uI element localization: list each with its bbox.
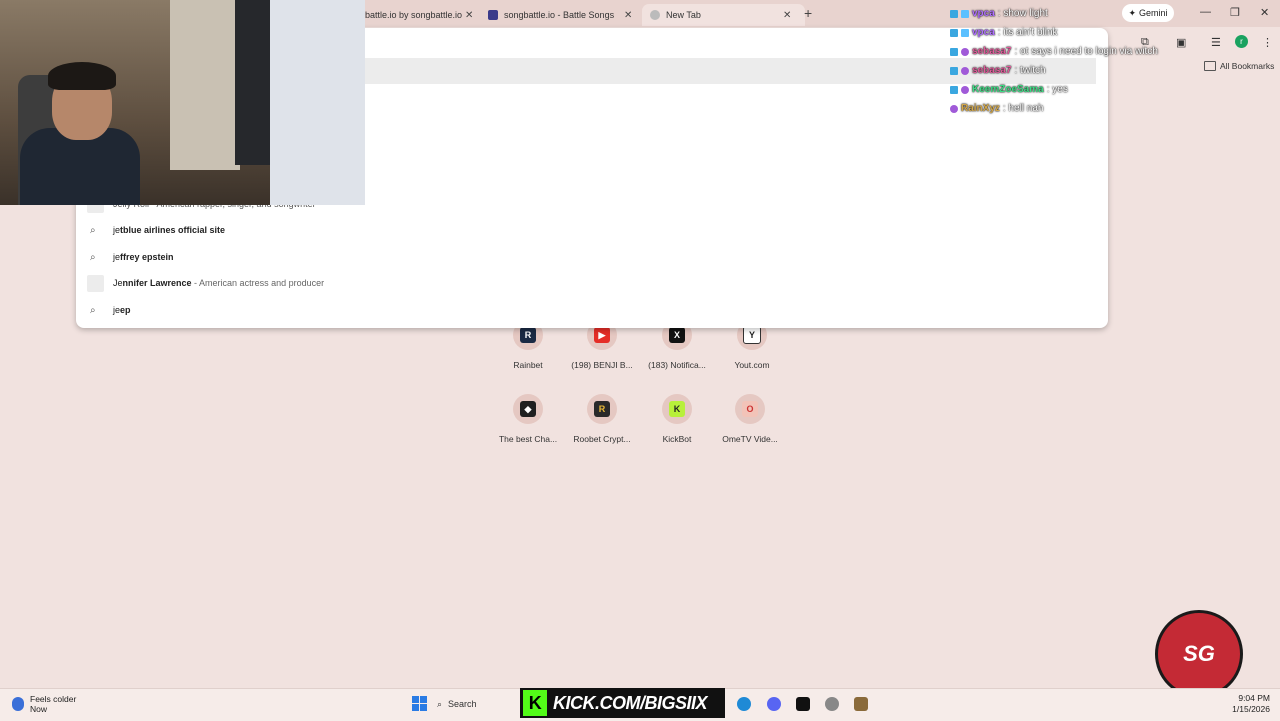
badge-icon — [950, 104, 958, 113]
kick-banner: K KICK.COM/BIGSIIX — [520, 688, 725, 718]
minimize-icon[interactable]: — — [1200, 6, 1211, 18]
menu-icon[interactable]: ⋮ — [1262, 36, 1273, 49]
tab-title: New Tab — [666, 10, 701, 20]
badge-icon — [950, 9, 958, 18]
kickbot-icon: K — [669, 401, 685, 417]
obs-icon[interactable] — [825, 697, 839, 711]
all-bookmarks-button[interactable]: All Bookmarks — [1204, 61, 1274, 71]
tab-songbattle-2[interactable]: songbattle.io - Battle Songs ag ✕ — [488, 4, 638, 26]
close-tab-icon[interactable]: ✕ — [624, 10, 632, 21]
badge-icon — [950, 47, 958, 56]
suggestion-item[interactable]: Jennifer Lawrence - American actress and… — [76, 270, 1108, 296]
close-tab-icon[interactable]: ✕ — [465, 10, 473, 21]
badge-icon — [961, 66, 969, 75]
taskbar-clock[interactable]: 9:04 PM 1/15/2026 — [1222, 693, 1270, 715]
webcam-overlay — [0, 0, 365, 205]
badge-icon — [961, 85, 969, 94]
search-icon: ⌕ — [90, 224, 96, 236]
close-tab-icon[interactable]: ✕ — [783, 10, 791, 21]
folder-icon — [1204, 61, 1216, 71]
chat-message: vpca : its ain't blink — [950, 23, 1158, 42]
streamer-logo: SG — [1155, 610, 1243, 698]
tab-search-icon[interactable]: ▣ — [1176, 36, 1186, 49]
new-tab-plus-icon[interactable]: + — [804, 5, 812, 21]
terminal-icon[interactable] — [796, 697, 810, 711]
roobet-icon: R — [594, 401, 610, 417]
shortcut-label: Yout.com — [734, 360, 770, 370]
weather-subtitle: Now — [30, 704, 48, 714]
shortcut-roobet[interactable]: R Roobet Crypt... — [566, 394, 638, 444]
songbattle-favicon-icon — [488, 10, 498, 20]
media-controls-icon[interactable]: ☰ — [1211, 36, 1221, 49]
badge-icon — [961, 28, 969, 37]
restore-icon[interactable]: ❐ — [1230, 6, 1240, 19]
suggestion-item[interactable]: ⌕ jeffrey epstein — [76, 244, 1108, 270]
badge-icon — [950, 85, 958, 94]
weather-icon — [12, 697, 24, 711]
shortcut-chat[interactable]: ◆ The best Cha... — [492, 394, 564, 444]
yout-icon: Y — [743, 326, 761, 344]
all-bookmarks-label: All Bookmarks — [1220, 61, 1275, 71]
badge-icon — [961, 47, 969, 56]
search-icon: ⌕ — [90, 251, 96, 263]
youtube-icon: ▶ — [594, 327, 610, 343]
chat-overlay: vpca : show light vpca : its ain't blink… — [950, 4, 1158, 118]
badge-icon — [950, 28, 958, 37]
shortcut-kickbot[interactable]: K KickBot — [641, 394, 713, 444]
badge-icon — [950, 66, 958, 75]
clock-date: 1/15/2026 — [1232, 704, 1270, 714]
clock-time: 9:04 PM — [1238, 693, 1270, 703]
shortcut-ometv[interactable]: O OmeTV Vide... — [714, 394, 786, 444]
kick-logo-icon: K — [523, 690, 547, 716]
ometv-icon: O — [742, 401, 758, 417]
suggestion-item[interactable]: ⌕ jeep — [76, 297, 1108, 323]
tab-title: songbattle.io - Battle Songs ag — [504, 10, 616, 20]
edge-icon[interactable] — [737, 697, 751, 711]
chat-message: sebasa7 : ot says i need to login via wi… — [950, 42, 1158, 61]
chat-message: RainXyz : hell nah — [950, 99, 1158, 118]
app-box-icon[interactable] — [854, 697, 868, 711]
rainbet-icon: R — [520, 327, 536, 343]
shortcut-label: OmeTV Vide... — [722, 434, 778, 444]
thumbnail-icon — [87, 274, 104, 292]
close-window-icon[interactable]: ✕ — [1260, 6, 1269, 19]
taskbar-search[interactable]: ⌕ Search — [437, 693, 517, 715]
tab-title: battle.io by songbattle.io — [365, 10, 463, 20]
shortcut-label: (183) Notifica... — [648, 360, 706, 370]
shortcut-label: Roobet Crypt... — [573, 434, 631, 444]
profile-avatar[interactable]: r — [1235, 35, 1248, 48]
badge-icon — [961, 9, 969, 18]
chrome-favicon-icon — [650, 10, 660, 20]
weather-title: Feels colder — [30, 694, 77, 704]
tab-songbattle-1[interactable]: battle.io by songbattle.io ✕ — [365, 4, 477, 26]
chat-message: sebasa7 : twitch — [950, 61, 1158, 80]
tab-new-tab[interactable]: New Tab ✕ — [642, 4, 805, 26]
chat-message: vpca : show light — [950, 4, 1158, 23]
shortcut-label: KickBot — [662, 434, 692, 444]
search-icon: ⌕ — [90, 304, 96, 316]
shortcut-label: The best Cha... — [498, 434, 558, 444]
search-label: Search — [448, 699, 477, 709]
search-icon: ⌕ — [437, 698, 443, 709]
suggestion-item[interactable]: ⌕ jetblue airlines official site — [76, 217, 1108, 243]
shortcut-label: Rainbet — [513, 360, 543, 370]
x-icon: X — [669, 327, 685, 343]
weather-widget[interactable]: Feels colder Now — [12, 694, 76, 714]
discord-icon[interactable] — [767, 697, 781, 711]
shortcut-label: (198) BENJI B... — [571, 360, 633, 370]
windows-start-icon[interactable] — [412, 696, 427, 711]
chat-icon: ◆ — [520, 401, 536, 417]
chat-message: KeemZoeSama : yes — [950, 80, 1158, 99]
